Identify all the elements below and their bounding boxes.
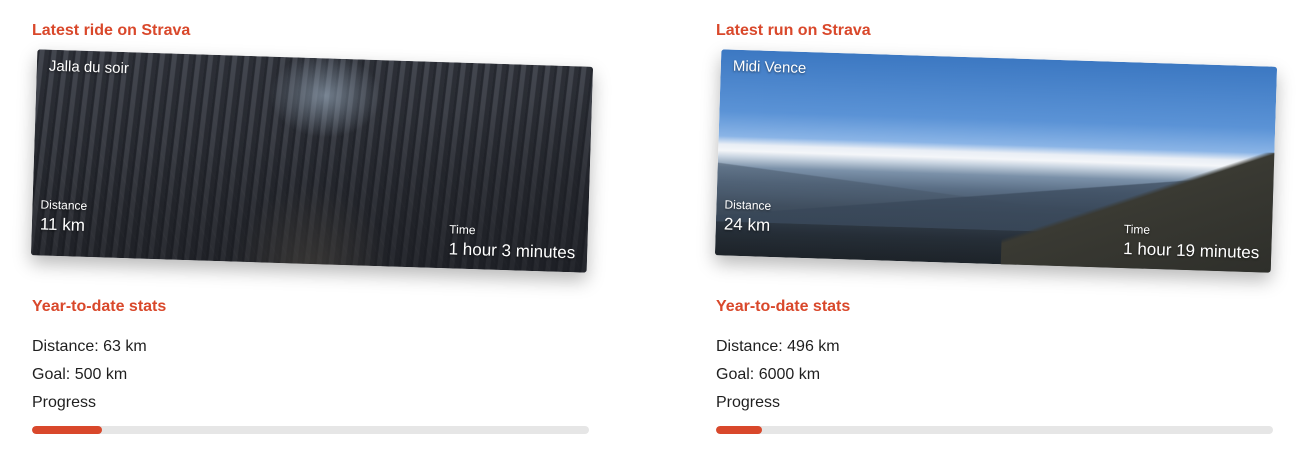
strava-widgets-page: Latest ride on Strava Jalla du soir Dist… [0,0,1308,475]
ride-activity-name: Jalla du soir [48,57,130,78]
run-distance-label: Distance [724,197,772,213]
latest-run-heading: Latest run on Strava [716,22,871,39]
run-distance-stat: Distance 24 km [724,197,772,236]
ride-distance-label: Distance [40,197,88,213]
run-ytd-heading: Year-to-date stats [716,298,851,315]
ride-ytd-progress-label: Progress [32,394,97,411]
run-time-stat: Time 1 hour 19 minutes [1123,222,1260,264]
run-distance-value: 24 km [723,214,771,235]
ride-ytd-goal: Goal: 500 km [32,366,128,383]
latest-ride-heading: Latest ride on Strava [32,22,191,39]
run-progress-fill [716,426,763,434]
run-activity-name: Midi Vence [732,57,807,77]
run-time-value: 1 hour 19 minutes [1122,239,1260,263]
run-progress-bar [716,426,1273,434]
ride-progress-fill [32,426,103,434]
ride-ytd-distance: Distance: 63 km [32,338,147,355]
run-ytd-goal: Goal: 6000 km [716,366,821,383]
latest-run-card[interactable]: Midi Vence Distance 24 km Time 1 hour 19… [714,49,1278,273]
ride-distance-value: 11 km [39,214,86,235]
run-time-label: Time [1123,222,1151,237]
ride-progress-bar [32,426,589,434]
ride-distance-stat: Distance 11 km [40,197,88,236]
ride-time-stat: Time 1 hour 3 minutes [448,222,576,264]
ride-ytd-heading: Year-to-date stats [32,298,167,315]
ride-time-label: Time [449,222,476,238]
ride-time-value: 1 hour 3 minutes [448,239,576,263]
run-ytd-distance: Distance: 496 km [716,338,840,355]
forest-path-decoration [230,181,394,273]
run-ytd-progress-label: Progress [716,394,781,411]
latest-ride-card[interactable]: Jalla du soir Distance 11 km Time 1 hour… [30,49,594,273]
